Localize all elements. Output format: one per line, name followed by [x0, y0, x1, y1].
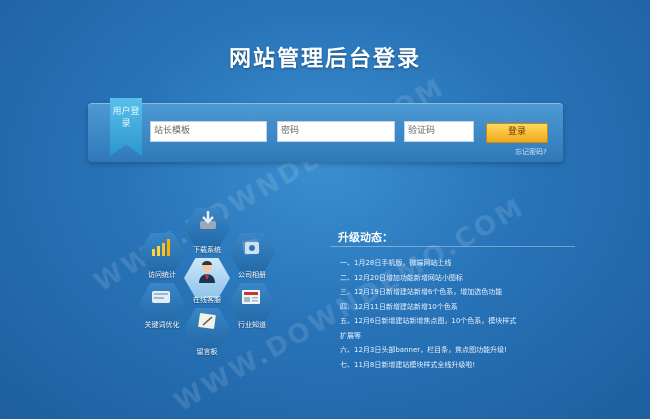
forgot-password-link[interactable]: 忘记密码? [515, 147, 547, 157]
news-item[interactable]: 三、12月19日新增建站新增6个色系，增加选色功能 [340, 285, 560, 300]
module-label-guestbook: 留言板 [196, 348, 218, 356]
news-title: 升级动态： [338, 231, 393, 244]
page-title: 网站管理后台登录 [228, 47, 421, 72]
news-divider [330, 246, 575, 247]
news-item[interactable]: 五、12月6日新增建站新增焦点图，10个色系，模块样式 [340, 314, 560, 329]
login-button[interactable]: 登录 [486, 123, 548, 143]
module-label-industry: 行业知道 [238, 321, 266, 329]
news-item[interactable]: 一、1月28日手机版，微端网站上线 [340, 256, 560, 271]
module-label-seo: 关键词优化 [144, 321, 180, 329]
module-label-company: 公司相册 [238, 271, 266, 279]
module-label-support: 在线客服 [193, 296, 221, 304]
seo-keyword-icon [152, 291, 170, 303]
download-icon [200, 211, 216, 229]
customer-service-icon [199, 261, 215, 283]
notepad-icon [198, 313, 216, 329]
newspaper-icon [242, 290, 260, 304]
news-item[interactable]: 四、12月11日新增建站新增10个色系 [340, 300, 560, 315]
photo-album-icon [242, 239, 260, 255]
news-list: 一、1月28日手机版，微端网站上线 二、12月20日增加功能新增网站小图标 三、… [340, 256, 560, 372]
news-item[interactable]: 二、12月20日增加功能新增网站小图标 [340, 271, 560, 286]
bar-chart-icon [152, 239, 170, 256]
username-field[interactable]: 站长模板 [150, 121, 267, 142]
module-label-download: 下载系统 [193, 246, 221, 254]
module-label-stats: 访问统计 [148, 271, 176, 279]
captcha-field[interactable]: 验证码 [404, 121, 474, 142]
password-field[interactable]: 密码 [277, 121, 395, 142]
news-item[interactable]: 六、12月3日头部banner，栏目条，焦点图功能升级! [340, 343, 560, 358]
news-item[interactable]: 扩展等 [340, 329, 560, 344]
news-item[interactable]: 七、11月8日新增建站模块样式全线升级啦! [340, 358, 560, 373]
